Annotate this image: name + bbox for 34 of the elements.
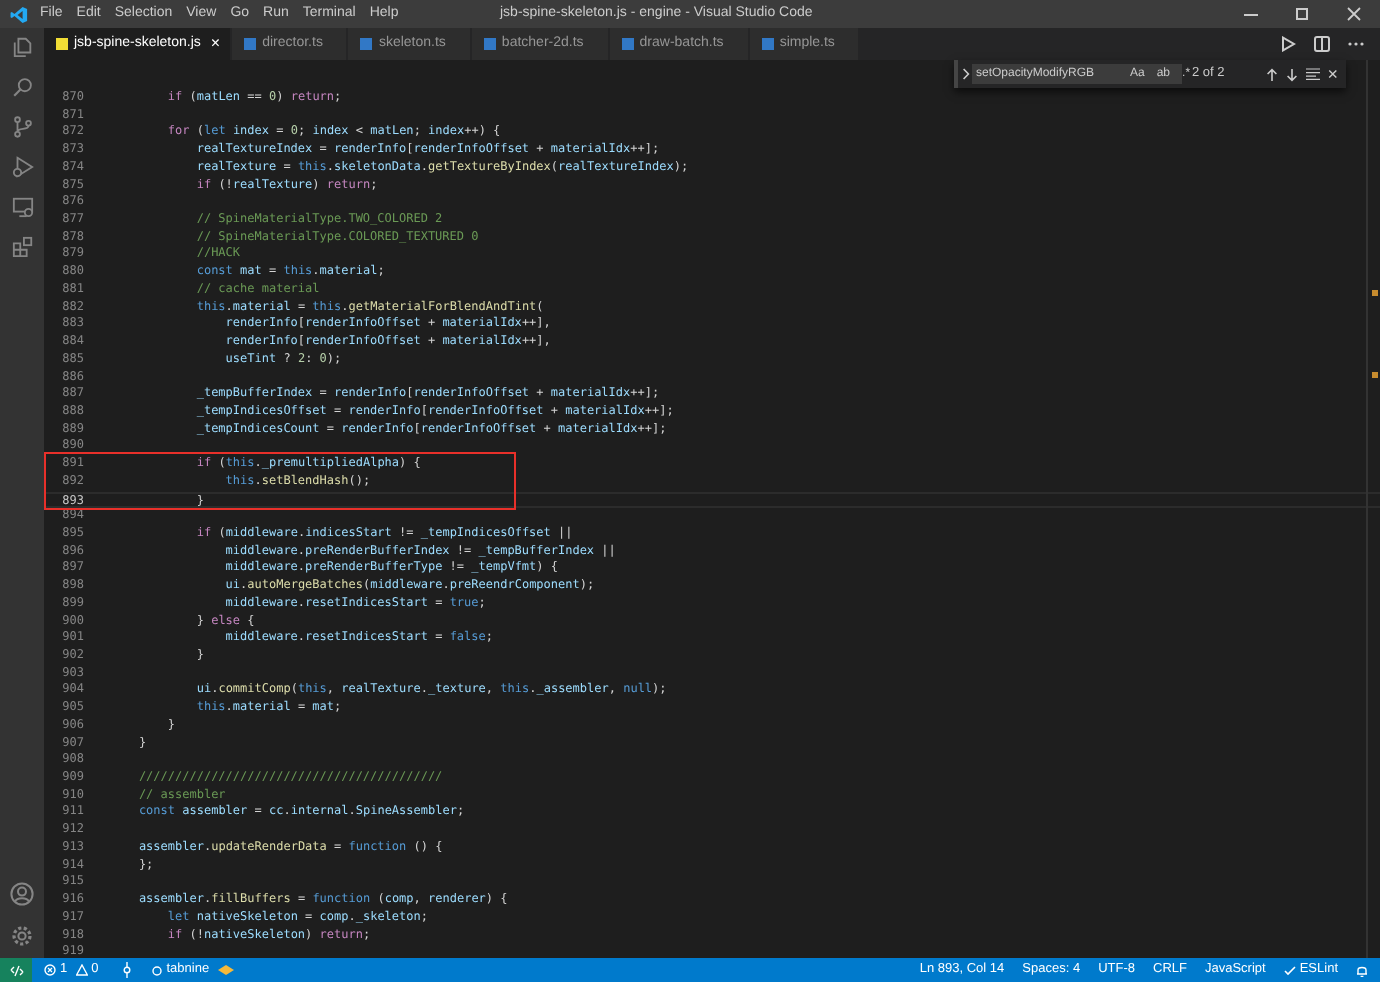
ts-file-icon [360,38,373,50]
ts-file-icon [244,38,257,50]
files-icon[interactable] [11,36,33,58]
js-file-icon [56,38,68,50]
search-match-mark [1372,290,1378,296]
arrow-up-icon[interactable] [1265,67,1278,81]
chevron-icon[interactable] [958,68,972,80]
error-icon [44,964,56,976]
run-icon[interactable] [1280,36,1296,52]
circle-icon [152,965,163,975]
bell-icon[interactable] [1356,963,1368,977]
ts-file-icon [483,38,496,50]
scrollbar-track[interactable] [1366,60,1380,958]
ts-file-icon [761,38,774,50]
check-icon [1283,965,1296,975]
close-tab-icon[interactable]: × [210,36,221,52]
search-match-mark [1372,372,1378,378]
run-debug-icon[interactable] [11,156,33,178]
account-icon[interactable] [10,882,34,906]
search-icon[interactable] [11,76,33,98]
remote-icon[interactable] [0,958,32,982]
source-control-icon[interactable] [11,116,33,138]
close-find-button[interactable]: × [1327,65,1338,83]
ts-file-icon [621,38,634,50]
vscode-logo-icon [10,5,28,23]
arrow-down-icon[interactable] [1285,67,1298,81]
tabnine-logo-icon [217,964,234,976]
warning-icon [75,964,88,976]
find-in-selection-icon[interactable] [1305,68,1320,80]
extensions-icon[interactable] [11,236,33,258]
commit-icon[interactable] [122,962,133,978]
split-editor-icon[interactable] [1314,36,1330,52]
settings-icon[interactable] [10,924,34,948]
remote-explorer-icon[interactable] [11,196,33,218]
